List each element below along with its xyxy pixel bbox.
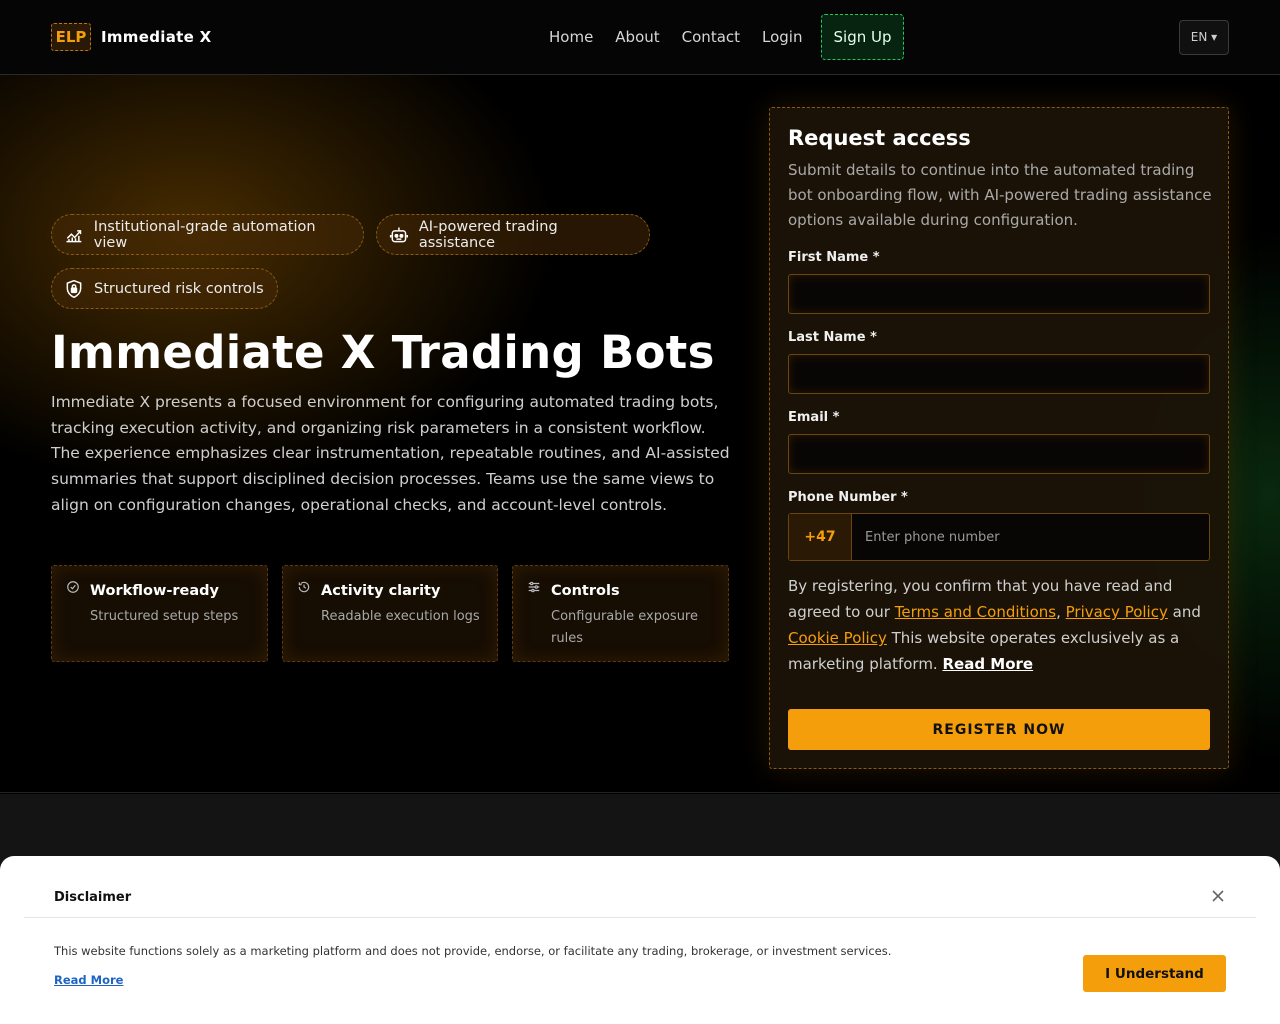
check-badge-icon — [67, 581, 79, 593]
first-name-label: First Name * — [788, 250, 880, 265]
last-name-field[interactable] — [788, 354, 1210, 394]
logo-badge[interactable]: ELP — [51, 23, 91, 51]
first-name-field[interactable] — [788, 274, 1210, 314]
feature-subtitle: Readable execution logs — [321, 609, 480, 624]
disclaimer-read-more-link[interactable]: Read More — [54, 973, 123, 987]
phone-label: Phone Number * — [788, 490, 908, 505]
email-field[interactable] — [788, 434, 1210, 474]
feature-card-activity: Activity clarity Readable execution logs — [282, 565, 498, 662]
register-button[interactable]: REGISTER NOW — [788, 709, 1210, 750]
page-title: Immediate X Trading Bots — [51, 326, 715, 379]
hero-section: Institutional-grade automation view AI-p… — [0, 75, 1280, 793]
feature-card-workflow: Workflow-ready Structured setup steps — [51, 565, 268, 662]
cookie-link[interactable]: Cookie Policy — [788, 629, 887, 647]
disclaimer-banner: Disclaimer This website functions solely… — [0, 856, 1280, 1024]
privacy-link[interactable]: Privacy Policy — [1066, 603, 1168, 621]
pill-label: AI-powered trading assistance — [418, 218, 558, 251]
chart-icon — [66, 229, 82, 242]
language-selector[interactable]: EN ▾ — [1179, 20, 1229, 55]
shield-lock-icon — [66, 279, 82, 298]
understand-button[interactable]: I Understand — [1083, 955, 1226, 992]
last-name-label: Last Name * — [788, 330, 877, 345]
form-subtitle: Submit details to continue into the auto… — [788, 161, 1212, 229]
nav-contact[interactable]: Contact — [682, 28, 740, 46]
feature-subtitle: Configurable exposure rules — [551, 609, 698, 646]
consent-and: and — [1167, 603, 1201, 621]
site-header: ELP Immediate X Home About Contact Login… — [0, 0, 1280, 75]
feature-title: Controls — [551, 583, 620, 599]
phone-input[interactable] — [853, 514, 1209, 560]
sliders-icon — [528, 581, 540, 593]
feature-subtitle: Structured setup steps — [90, 609, 239, 624]
pill-ai: AI-powered trading assistance — [376, 214, 650, 255]
phone-field-group: +47 — [788, 513, 1210, 561]
pill-label: Institutional-grade automation view — [93, 218, 316, 251]
pill-label: Structured risk controls — [94, 280, 264, 297]
form-title: Request access — [788, 126, 971, 150]
feature-title: Activity clarity — [321, 583, 441, 599]
nav-about[interactable]: About — [615, 28, 659, 46]
feature-card-controls: Controls Configurable exposure rules — [512, 565, 729, 662]
pill-risk: Structured risk controls — [51, 268, 278, 309]
close-icon[interactable] — [1208, 886, 1228, 906]
disclaimer-title: Disclaimer — [54, 890, 132, 905]
disclaimer-text: This website functions solely as a marke… — [54, 944, 892, 958]
divider — [24, 917, 1256, 918]
consent-comma: , — [1056, 603, 1066, 621]
pill-automation: Institutional-grade automation view — [51, 214, 364, 255]
email-label: Email * — [788, 410, 840, 425]
brand-name[interactable]: Immediate X — [101, 28, 211, 46]
read-more-link[interactable]: Read More — [942, 655, 1033, 673]
terms-link[interactable]: Terms and Conditions — [895, 603, 1056, 621]
robot-icon — [389, 227, 408, 242]
consent-text: By registering, you confirm that you hav… — [788, 573, 1213, 677]
nav-home[interactable]: Home — [549, 28, 593, 46]
main-nav: Home About Contact Login — [549, 28, 802, 46]
history-icon — [298, 581, 310, 593]
request-access-form: Request access Submit details to continu… — [769, 107, 1229, 769]
nav-login[interactable]: Login — [762, 28, 802, 46]
hero-description: Immediate X presents a focused environme… — [51, 393, 730, 514]
feature-title: Workflow-ready — [90, 583, 219, 599]
country-code-selector[interactable]: +47 — [789, 514, 852, 560]
signup-button[interactable]: Sign Up — [821, 14, 904, 60]
